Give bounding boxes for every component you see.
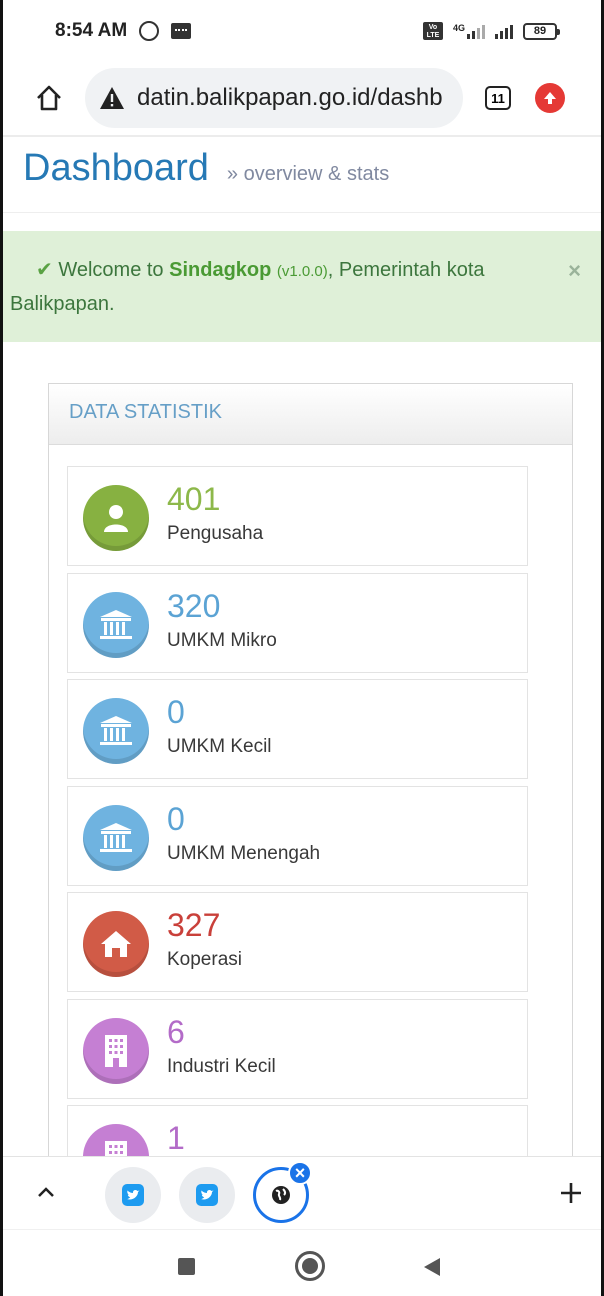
bottom-toolbar: × (3, 1156, 601, 1228)
chevron-up-icon (38, 1187, 54, 1197)
stat-box[interactable]: 0 UMKM Menengah (67, 785, 528, 886)
phone-screen: 8:54 AM Vo LTE 4G 89 datin.balikpapan.go… (0, 0, 604, 1296)
home-button[interactable] (31, 80, 67, 116)
home-nav-button[interactable] (295, 1251, 325, 1281)
warning-icon (100, 87, 124, 109)
stat-value: 6 (167, 1013, 185, 1050)
twitter-tab-button[interactable] (105, 1167, 161, 1223)
signal-4g-icon: 4G (453, 23, 485, 39)
volte-icon: Vo LTE (422, 22, 443, 40)
building-icon (83, 1017, 149, 1084)
arrow-up-icon (544, 92, 556, 104)
stat-label: Pengusaha (167, 523, 264, 544)
stat-label: UMKM Mikro (167, 629, 277, 651)
stat-value: 401 (167, 481, 221, 517)
stat-label: UMKM Kecil (167, 736, 272, 757)
check-icon: ✔ (36, 259, 53, 281)
close-tab-badge[interactable]: × (288, 1161, 312, 1185)
globe-icon (272, 1186, 290, 1204)
alert-prefix: Welcome to (58, 259, 164, 281)
stat-label: Koperasi (167, 949, 242, 970)
tab-count: 11 (491, 90, 505, 106)
stat-box[interactable]: 0 UMKM Kecil (67, 679, 528, 779)
tab-switcher-button[interactable]: 11 (485, 86, 511, 110)
stat-label: UMKM Menengah (167, 842, 321, 864)
twitter-tab-button-2[interactable] (179, 1167, 235, 1223)
signal-icon (495, 23, 513, 39)
home-outline-icon (37, 85, 61, 111)
battery-level: 89 (533, 24, 547, 37)
back-button[interactable] (423, 1257, 441, 1282)
twitter-icon (122, 1184, 144, 1206)
status-time: 8:54 AM (55, 20, 128, 41)
welcome-alert: ✔ Welcome to Sindagkop (v1.0.0), Pemerin… (3, 231, 601, 342)
stat-value: 320 (167, 587, 221, 624)
page-title: Dashboard (23, 147, 209, 189)
circle-icon (295, 1251, 325, 1281)
alert-version: (v1.0.0) (276, 263, 328, 280)
stat-value: 0 (167, 800, 185, 837)
alert-app-name: Sindagkop (169, 259, 272, 281)
stat-value: 0 (167, 694, 185, 730)
new-tab-button[interactable] (553, 1175, 589, 1211)
square-icon (178, 1258, 195, 1275)
stat-label: Industri Kecil (167, 1055, 276, 1077)
message-icon (171, 23, 192, 39)
stat-value: 327 (167, 907, 221, 943)
page-header: Dashboard » overview & stats (3, 137, 601, 213)
web-page: Dashboard » overview & stats ✔ Welcome t… (3, 137, 601, 1156)
address-bar[interactable]: datin.balikpapan.go.id/dashb (85, 68, 463, 128)
browser-toolbar: datin.balikpapan.go.id/dashb 11 (3, 62, 601, 134)
home-icon (83, 911, 149, 977)
expand-button[interactable] (31, 1177, 61, 1207)
update-button[interactable] (535, 83, 565, 113)
stat-box[interactable]: 1 (67, 1105, 528, 1156)
stat-value: 1 (167, 1120, 185, 1156)
bank-icon (83, 698, 149, 764)
system-nav-bar (3, 1229, 601, 1296)
close-icon[interactable]: × (568, 255, 581, 287)
battery-icon: 89 (523, 22, 560, 40)
user-icon (83, 485, 149, 551)
url-text: datin.balikpapan.go.id/dashb (137, 84, 443, 111)
stats-widget: DATA STATISTIK 401 Pengusaha 320 UMKM Mikro… (48, 383, 573, 1156)
network-type: 4G (452, 23, 465, 33)
status-bar: 8:54 AM Vo LTE 4G 89 (3, 0, 601, 62)
stat-box[interactable]: 327 Koperasi (67, 892, 528, 992)
stat-box[interactable]: 320 UMKM Mikro (67, 572, 528, 673)
building-icon (83, 1124, 149, 1156)
triangle-back-icon (424, 1258, 440, 1276)
bank-icon (83, 591, 149, 658)
recents-button[interactable] (178, 1258, 195, 1275)
page-subtitle: » overview & stats (226, 163, 390, 185)
alarm-icon (139, 21, 160, 41)
stat-box[interactable]: 401 Pengusaha (67, 466, 528, 566)
widget-title: DATA STATISTIK (49, 384, 572, 445)
twitter-icon (196, 1184, 218, 1206)
stat-box[interactable]: 6 Industri Kecil (67, 998, 528, 1099)
bank-icon (83, 804, 149, 871)
plus-icon (561, 1183, 581, 1203)
